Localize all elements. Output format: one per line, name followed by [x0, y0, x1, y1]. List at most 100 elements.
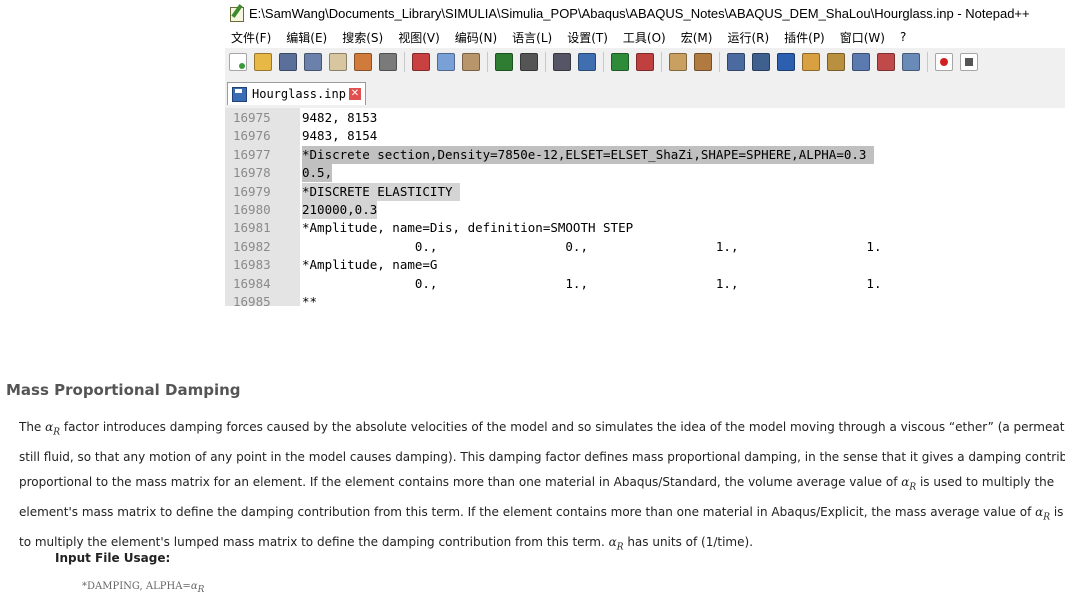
indent-guide-icon[interactable] — [777, 53, 795, 71]
menu-item-12[interactable]: ? — [900, 30, 906, 44]
toolbar-separator — [603, 52, 604, 72]
eye-icon[interactable] — [902, 53, 920, 71]
code-text: *DISCRETE ELASTICITY — [302, 182, 461, 201]
saved-file-icon — [232, 86, 247, 102]
paragraph-line-3: proportional to the mass matrix for an e… — [19, 474, 1055, 493]
toolbar-separator — [661, 52, 662, 72]
code-text: 9482, 8153 — [302, 110, 378, 125]
toolbar-separator — [927, 52, 928, 72]
notepadpp-window: E:\SamWang\Documents_Library\SIMULIA\Sim… — [225, 0, 1065, 306]
paste-icon[interactable] — [462, 53, 480, 71]
alpha-r-symbol: αR — [901, 474, 917, 493]
doc-heading: Mass Proportional Damping — [6, 381, 241, 399]
notepadpp-logo-icon — [229, 4, 245, 22]
editor-area[interactable]: 16975 9482, 8153 16976 9483, 8154 16977 *Disc… — [225, 108, 1065, 306]
menu-item-7[interactable]: 工具(O) — [623, 29, 666, 46]
code-text: 9483, 8154 — [302, 128, 378, 144]
line-number: 16976 — [233, 128, 271, 144]
line-number: 16982 — [233, 238, 271, 254]
close-icon[interactable] — [329, 53, 347, 71]
close-all-icon[interactable] — [354, 53, 372, 71]
menu-item-11[interactable]: 窗口(W) — [840, 29, 885, 46]
new-file-icon[interactable] — [229, 53, 247, 71]
toolbar-separator — [719, 52, 720, 72]
print-icon[interactable] — [379, 53, 397, 71]
menu-item-8[interactable]: 宏(M) — [681, 29, 713, 46]
editor-line: 16978 0.5, — [225, 164, 1065, 183]
toolbar-separator — [404, 52, 405, 72]
code-text: *Amplitude, name=G — [302, 257, 438, 273]
open-file-icon[interactable] — [254, 53, 272, 71]
cut-icon[interactable] — [412, 53, 430, 71]
alpha-r-symbol: αR — [45, 420, 61, 438]
editor-line: 16983 *Amplitude, name=G — [225, 256, 1065, 274]
alpha-r-symbol: αR — [1035, 505, 1051, 523]
window-title: E:\SamWang\Documents_Library\SIMULIA\Sim… — [249, 5, 1030, 21]
paragraph-line-1: The αR factor introduces damping forces … — [19, 420, 1065, 438]
zoom-out-icon[interactable] — [636, 53, 654, 71]
save-all-icon[interactable] — [304, 53, 322, 71]
editor-line: 16976 9483, 8154 — [225, 127, 1065, 145]
code-text: 0.5, — [302, 164, 333, 183]
redo-icon[interactable] — [520, 53, 538, 71]
input-file-usage-label: Input File Usage: — [55, 551, 171, 565]
menu-item-10[interactable]: 插件(P) — [784, 29, 825, 46]
find-icon[interactable] — [553, 53, 571, 71]
paragraph-line-4: element's mass matrix to define the damp… — [19, 505, 1065, 523]
document-map-icon[interactable] — [802, 53, 820, 71]
undo-icon[interactable] — [495, 53, 513, 71]
record-macro-icon[interactable] — [935, 53, 953, 71]
line-number: 16983 — [233, 257, 271, 273]
menu-item-4[interactable]: 编码(N) — [455, 29, 497, 46]
editor-line: 16985 ** — [225, 293, 1065, 306]
code-text: 0., 0., 1., 1. — [302, 238, 882, 254]
code-text: 210000,0.3 — [302, 201, 378, 219]
menu-item-3[interactable]: 视图(V) — [398, 29, 440, 46]
line-number: 16979 — [233, 183, 271, 199]
show-all-chars-icon[interactable] — [752, 53, 770, 71]
code-text: 0., 1., 1., 1. — [302, 275, 882, 291]
stop-macro-icon[interactable] — [960, 53, 978, 71]
save-icon[interactable] — [279, 53, 297, 71]
tab-bar: Hourglass.inp ✕ — [225, 76, 1065, 106]
menu-item-5[interactable]: 语言(L) — [512, 29, 552, 46]
menu-item-0[interactable]: 文件(F) — [231, 29, 271, 46]
monitor-icon[interactable] — [877, 53, 895, 71]
editor-line: 16975 9482, 8153 — [225, 109, 1065, 127]
code-text: *Amplitude, name=Dis, definition=SMOOTH … — [302, 220, 634, 236]
replace-icon[interactable] — [578, 53, 596, 71]
line-number: 16977 — [233, 146, 271, 162]
menu-item-6[interactable]: 设置(T) — [567, 29, 608, 46]
menu-item-9[interactable]: 运行(R) — [727, 29, 769, 46]
line-number: 16978 — [233, 165, 271, 181]
sync-vertical-icon[interactable] — [669, 53, 687, 71]
toolbar-separator — [487, 52, 488, 72]
folder-workspace-icon[interactable] — [852, 53, 870, 71]
editor-line: 16979 *DISCRETE ELASTICITY — [225, 182, 1065, 201]
editor-line: 16981 *Amplitude, name=Dis, definition=SM… — [225, 219, 1065, 237]
editor-line: 16977 *Discrete section,Density=7850e-12,… — [225, 145, 1065, 164]
line-number: 16975 — [233, 110, 271, 125]
line-number: 16981 — [233, 220, 271, 236]
copy-icon[interactable] — [437, 53, 455, 71]
code-text: ** — [302, 294, 318, 306]
menu-bar: 文件(F) 编辑(E) 搜索(S) 视图(V) 编码(N) 语言(L) 设置(T) 工具(O)… — [225, 26, 1065, 48]
zoom-in-icon[interactable] — [611, 53, 629, 71]
line-number: 16985 — [233, 294, 271, 306]
doc-paragraph: The αR factor introduces damping forces … — [19, 415, 1065, 561]
menu-item-2[interactable]: 搜索(S) — [342, 29, 383, 46]
menu-item-1[interactable]: 编辑(E) — [286, 29, 327, 46]
tab-label: Hourglass.inp — [252, 87, 346, 101]
alpha-r-symbol: αR — [608, 535, 624, 553]
line-number: 16980 — [233, 202, 271, 217]
close-tab-icon[interactable]: ✕ — [348, 88, 361, 100]
input-file-usage-code: *DAMPING, ALPHA=αR — [82, 581, 205, 595]
paragraph-line-5: to multiply the element's lumped mass ma… — [19, 535, 754, 553]
sync-horizontal-icon[interactable] — [694, 53, 712, 71]
paragraph-line-2: still fluid, so that any motion of any p… — [19, 450, 1065, 465]
function-list-icon[interactable] — [827, 53, 845, 71]
editor-line: 16982 0., 0., 1., 1. — [225, 238, 1065, 256]
tab-hourglass-inp[interactable]: Hourglass.inp ✕ — [227, 82, 366, 105]
word-wrap-icon[interactable] — [727, 53, 745, 71]
title-bar: E:\SamWang\Documents_Library\SIMULIA\Sim… — [225, 0, 1065, 26]
